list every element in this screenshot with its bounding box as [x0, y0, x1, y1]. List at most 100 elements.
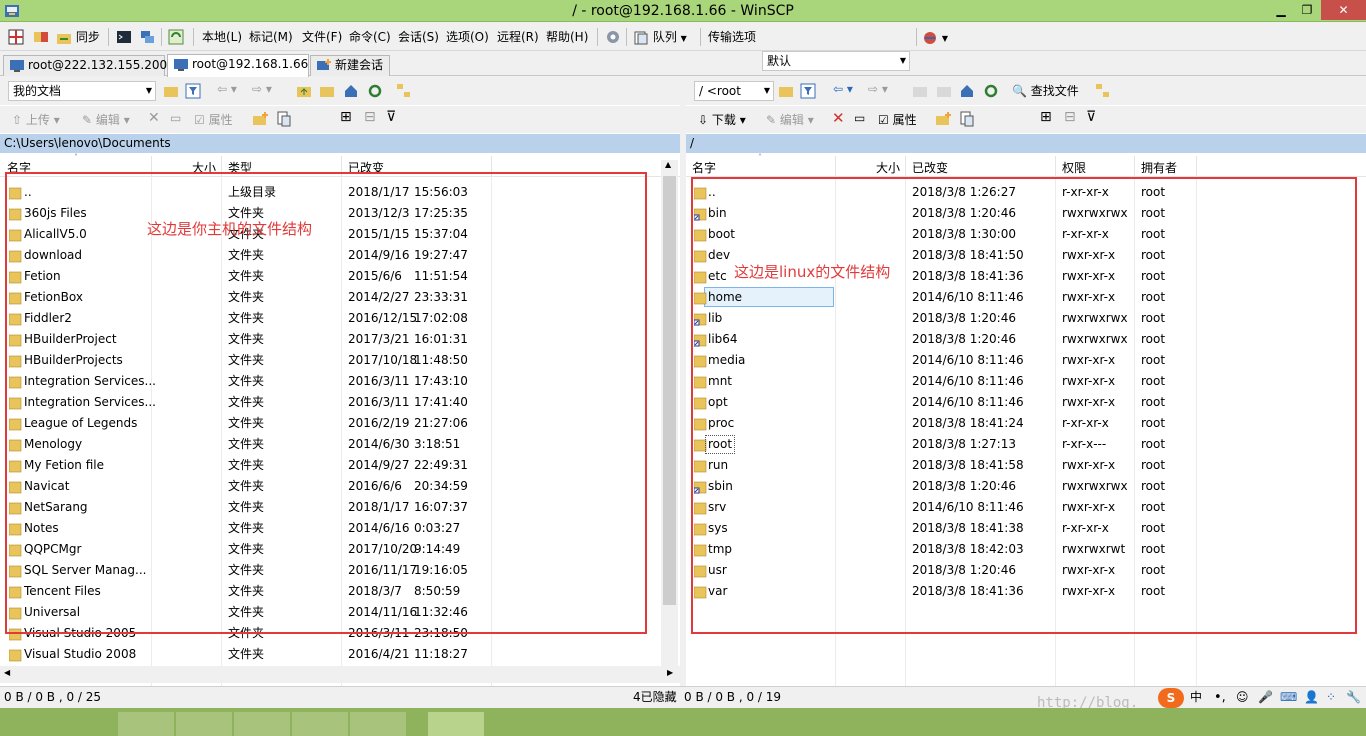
tab-new-session[interactable]: 新建会话 [310, 55, 390, 76]
find-files-button[interactable]: 🔍 查找文件 [1012, 81, 1079, 101]
filter-icon[interactable] [800, 83, 816, 99]
edit-label: 编辑 [779, 113, 804, 127]
download-button[interactable]: ⇩ 下载 ▾ [698, 111, 746, 128]
col-permissions[interactable]: 权限 [1062, 159, 1086, 176]
sync-button[interactable]: 同步 [56, 27, 100, 47]
ime-language[interactable]: 中 [1190, 687, 1202, 708]
grid-icon[interactable]: ⁘ [1326, 687, 1336, 708]
home-icon[interactable] [959, 83, 975, 99]
taskbar-app-4[interactable] [292, 712, 348, 736]
menu-file[interactable]: 文件(F) [302, 27, 342, 47]
local-drive-select[interactable]: 我的文档 ▼ [8, 81, 156, 101]
menu-command[interactable]: 命令(C) [349, 27, 391, 47]
parent-dir-icon[interactable] [296, 83, 312, 99]
scrollbar-thumb[interactable] [663, 176, 676, 605]
tools-icon[interactable]: 🔧 [1346, 687, 1361, 708]
sogou-ime-icon[interactable]: S [1158, 688, 1184, 708]
forward-icon[interactable]: ⇨ ▾ [252, 82, 272, 96]
taskbar-app-1[interactable] [118, 712, 174, 736]
col-name[interactable]: 名字 [692, 159, 716, 176]
tree-icon[interactable] [1095, 83, 1111, 99]
select-all-icon[interactable]: ⊞ [1040, 109, 1052, 125]
menu-help[interactable]: 帮助(H) [546, 27, 588, 47]
delete-icon[interactable]: ✕ [832, 109, 845, 127]
gear-icon[interactable] [605, 29, 621, 45]
menu-options[interactable]: 选项(O) [446, 27, 489, 47]
parent-dir-icon[interactable] [912, 83, 928, 99]
terminal-icon[interactable] [116, 29, 132, 45]
refresh-icon[interactable] [367, 83, 383, 99]
tab-session-1[interactable]: root@222.132.155.200 [3, 55, 167, 76]
scroll-up-icon[interactable]: ▲ [665, 160, 671, 169]
menu-local[interactable]: 本地(L) [202, 27, 242, 47]
forward-icon[interactable]: ⇨ ▾ [868, 82, 888, 96]
col-size[interactable]: 大小 [876, 159, 900, 176]
remote-file-toolbar: ⇩ 下载 ▾ ✎ 编辑 ▾ ✕ ▭ ☑ 属性 ⊞ ⊟ ⊽ [686, 106, 1366, 133]
queue-button[interactable]: 队列 ▼ [633, 27, 687, 47]
user-icon[interactable]: 👤 [1304, 687, 1319, 708]
network-button[interactable]: ▼ [922, 27, 948, 47]
col-modified[interactable]: 已改变 [912, 159, 948, 176]
home-icon[interactable] [343, 83, 359, 99]
upload-button[interactable]: ⇧ 上传 ▾ [12, 111, 60, 128]
local-scrollbar[interactable]: ▲ [661, 160, 678, 683]
ime-emoji-icon[interactable]: ☺ [1236, 687, 1249, 708]
local-annotation-text: 这边是你主机的文件结构 [147, 220, 313, 238]
taskbar-app-3[interactable] [234, 712, 290, 736]
menu-session[interactable]: 会话(S) [398, 27, 439, 47]
properties-button[interactable]: ☑ 属性 [194, 111, 233, 128]
back-icon[interactable]: ⇦ ▾ [833, 82, 853, 96]
remote-path-select[interactable]: / <root ▼ [694, 81, 774, 101]
copy-path-icon[interactable] [959, 111, 975, 127]
microphone-icon[interactable]: 🎤 [1258, 687, 1273, 708]
hidden-count: 4已隐藏 [633, 690, 677, 704]
filter-select-icon[interactable]: ⊽ [386, 109, 396, 125]
network-icon [924, 31, 936, 44]
filter-icon[interactable] [185, 83, 201, 99]
minimize-button[interactable]: ▁ [1268, 0, 1294, 20]
grid-icon[interactable] [8, 29, 24, 45]
new-folder-icon[interactable] [935, 111, 951, 127]
remote-path-value: / <root [699, 84, 741, 98]
root-dir-icon[interactable] [319, 83, 335, 99]
scroll-right-icon[interactable]: ▶ [667, 668, 673, 677]
new-folder-icon[interactable] [252, 111, 268, 127]
scroll-left-icon[interactable]: ◀ [4, 668, 10, 677]
unselect-icon[interactable]: ⊟ [364, 109, 376, 125]
menu-mark[interactable]: 标记(M) [249, 27, 293, 47]
unselect-icon[interactable]: ⊟ [1064, 109, 1076, 125]
open-folder-icon[interactable] [778, 83, 794, 99]
table-row[interactable]: Visual Studio 2008 文件夹 2016/4/21 11:18:27 [0, 644, 680, 665]
open-folder-icon[interactable] [163, 83, 179, 99]
close-button[interactable]: ✕ [1321, 0, 1366, 20]
filter-select-icon[interactable]: ⊽ [1086, 109, 1096, 125]
edit-button[interactable]: ✎ 编辑 ▾ [82, 111, 130, 128]
tree-icon[interactable] [396, 83, 412, 99]
edit-button[interactable]: ✎ 编辑 ▾ [766, 111, 814, 128]
taskbar-app-6[interactable] [428, 712, 484, 736]
select-all-icon[interactable]: ⊞ [340, 109, 352, 125]
root-dir-icon[interactable] [936, 83, 952, 99]
rename-icon[interactable]: ▭ [854, 111, 865, 125]
sessions-icon[interactable] [139, 29, 155, 45]
chevron-down-icon: ▼ [763, 86, 770, 95]
maximize-button[interactable]: ❐ [1294, 0, 1320, 20]
col-owner[interactable]: 拥有者 [1141, 159, 1177, 176]
local-drive-value: 我的文档 [13, 84, 62, 98]
copy-path-icon[interactable] [276, 111, 292, 127]
ime-punct-icon[interactable]: •, [1214, 687, 1226, 708]
taskbar-app-2[interactable] [176, 712, 232, 736]
taskbar-app-5[interactable] [350, 712, 406, 736]
refresh-icon[interactable] [983, 83, 999, 99]
tab-session-2[interactable]: root@192.168.1.66 [167, 54, 309, 77]
menu-remote[interactable]: 远程(R) [497, 27, 539, 47]
back-icon[interactable]: ⇦ ▾ [217, 82, 237, 96]
title-bar: / - root@192.168.1.66 - WinSCP ▁ ❐ ✕ [0, 0, 1366, 22]
compare-dirs-icon[interactable] [33, 29, 49, 45]
delete-icon[interactable]: ✕ [148, 110, 160, 126]
properties-button[interactable]: ☑ 属性 [878, 111, 917, 128]
rename-icon[interactable]: ▭ [170, 111, 181, 125]
keyboard-icon[interactable]: ⌨ [1280, 687, 1297, 708]
local-hscrollbar[interactable]: ◀ ▶ [0, 666, 680, 683]
refresh-icon[interactable] [168, 29, 184, 45]
